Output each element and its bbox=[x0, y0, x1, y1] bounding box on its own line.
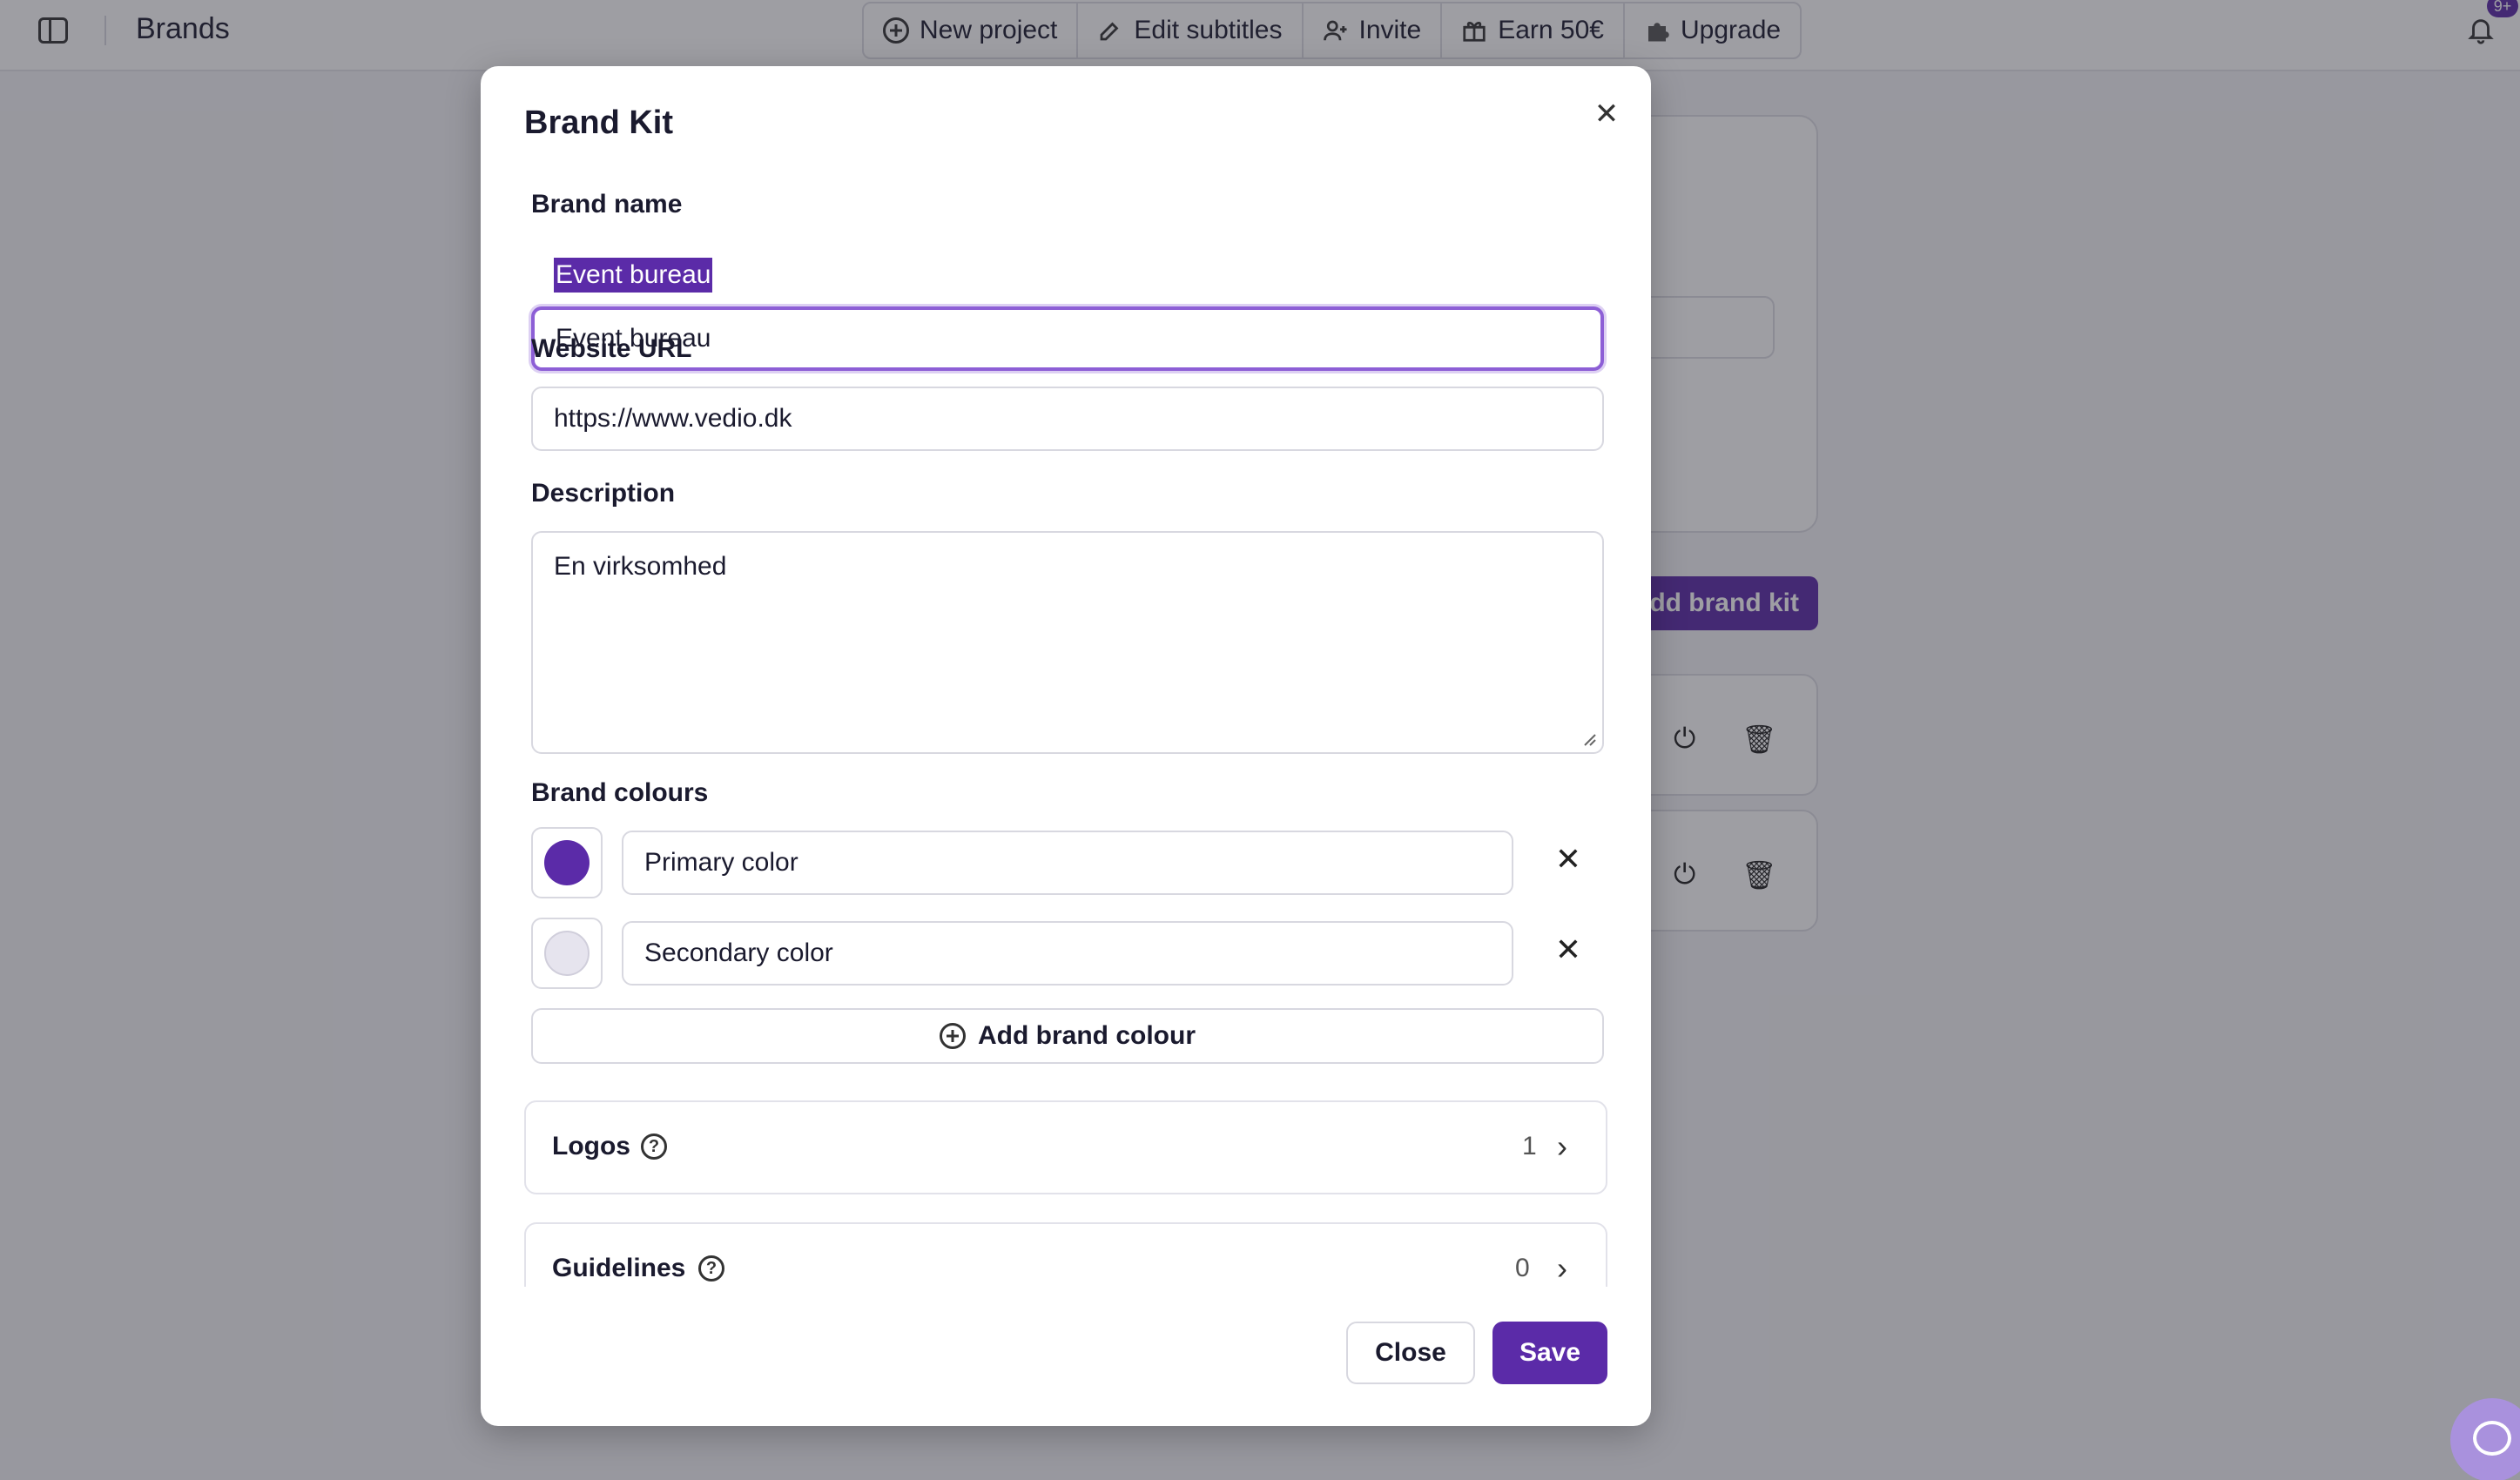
remove-primary-color-icon[interactable]: ✕ bbox=[1545, 836, 1592, 883]
website-url-label: Website URL bbox=[531, 334, 692, 363]
secondary-color-input[interactable]: Secondary color bbox=[622, 921, 1513, 986]
help-icon[interactable]: ? bbox=[641, 1134, 667, 1160]
description-textarea[interactable]: En virksomhed bbox=[531, 531, 1604, 754]
primary-color-input[interactable]: Primary color bbox=[622, 831, 1513, 895]
brand-name-selection: Event bureau bbox=[554, 258, 713, 293]
logos-count: 1 bbox=[1522, 1132, 1537, 1160]
logos-title: Logos bbox=[552, 1132, 630, 1160]
save-button[interactable]: Save bbox=[1492, 1322, 1607, 1384]
resize-grip-icon[interactable] bbox=[1580, 730, 1597, 747]
brand-name-input[interactable] bbox=[531, 306, 1604, 371]
brand-kit-modal: Brand Kit ✕ Brand name Event bureau Webs… bbox=[481, 66, 1651, 1426]
primary-color-swatch bbox=[544, 840, 590, 885]
secondary-color-swatch-button[interactable] bbox=[531, 918, 603, 989]
guidelines-section[interactable]: Guidelines ? 0 › bbox=[524, 1222, 1607, 1287]
close-button[interactable]: Close bbox=[1346, 1322, 1475, 1384]
primary-color-swatch-button[interactable] bbox=[531, 827, 603, 898]
chevron-right-icon: › bbox=[1557, 1250, 1567, 1286]
help-icon[interactable]: ? bbox=[698, 1255, 724, 1282]
secondary-color-swatch bbox=[544, 931, 590, 976]
modal-title: Brand Kit bbox=[524, 104, 673, 141]
add-brand-colour-button[interactable]: Add brand colour bbox=[531, 1008, 1604, 1064]
plus-circle-icon bbox=[940, 1023, 966, 1049]
website-url-input[interactable] bbox=[531, 387, 1604, 451]
close-icon[interactable]: ✕ bbox=[1585, 92, 1628, 136]
guidelines-title: Guidelines bbox=[552, 1254, 686, 1282]
logos-section[interactable]: Logos ? 1 › bbox=[524, 1100, 1607, 1194]
add-brand-colour-label: Add brand colour bbox=[978, 1021, 1196, 1050]
brand-name-label: Brand name bbox=[531, 190, 683, 219]
chevron-right-icon: › bbox=[1557, 1128, 1567, 1164]
guidelines-count: 0 bbox=[1515, 1254, 1530, 1282]
brand-colours-label: Brand colours bbox=[531, 778, 709, 807]
description-label: Description bbox=[531, 479, 676, 508]
remove-secondary-color-icon[interactable]: ✕ bbox=[1545, 926, 1592, 973]
